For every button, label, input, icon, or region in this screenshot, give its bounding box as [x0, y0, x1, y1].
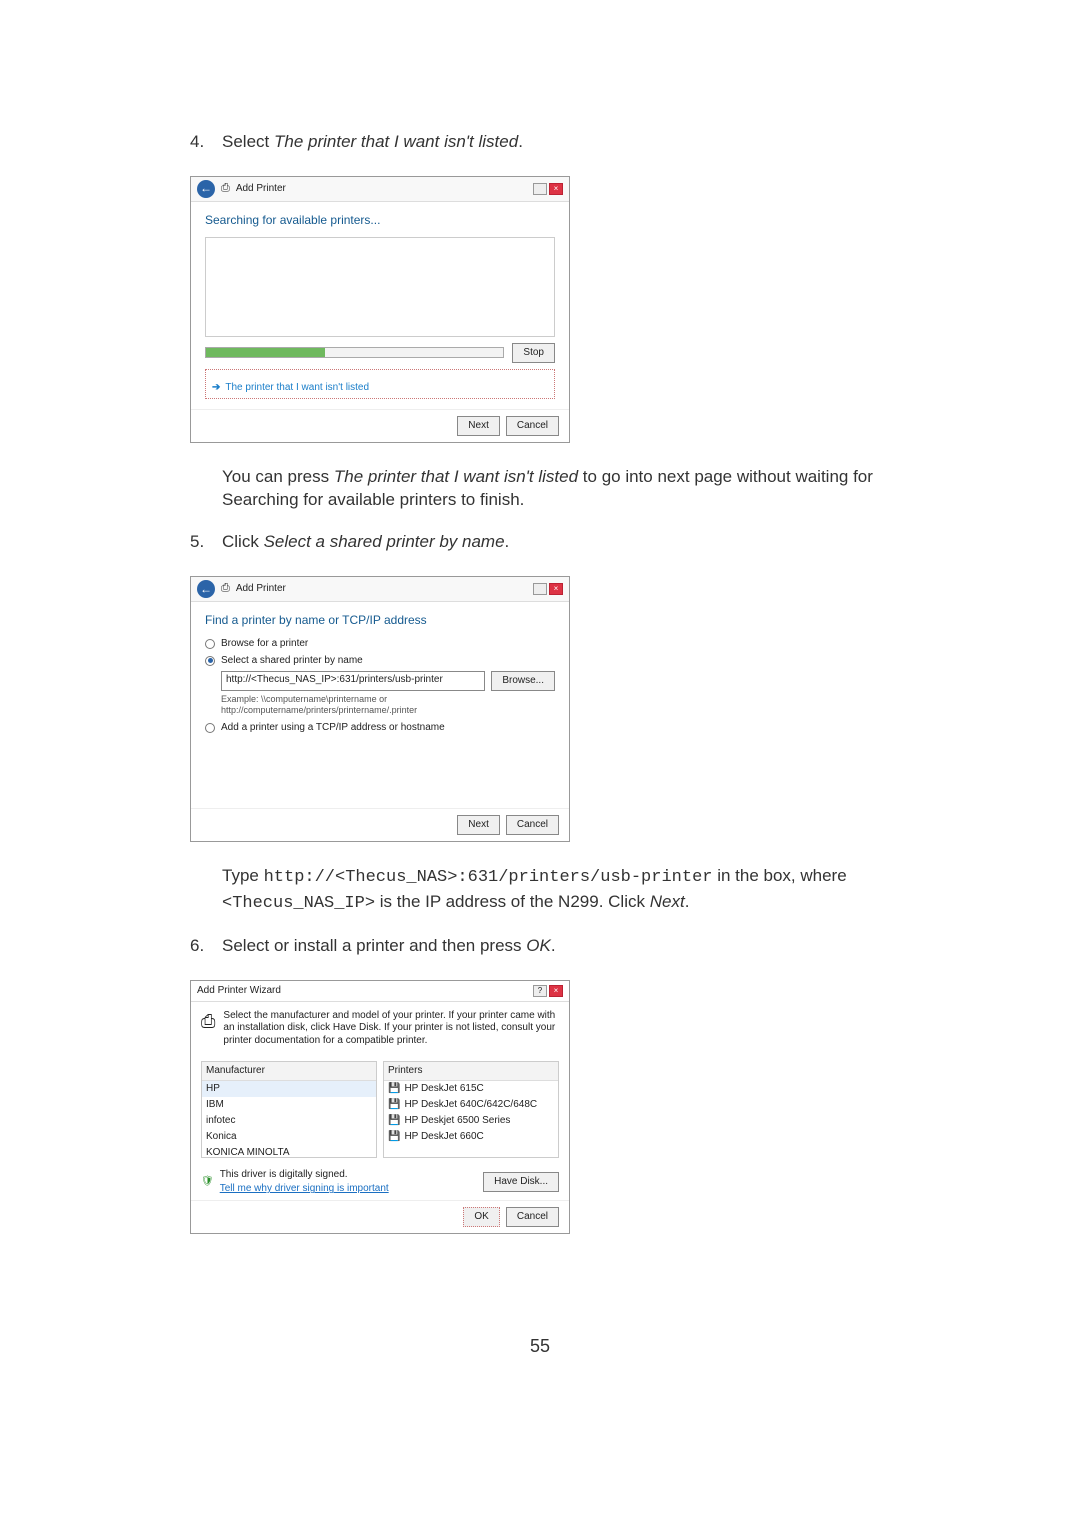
dialog-add-printer-wizard: Add Printer Wizard ? × ⎙ Select the manu… — [190, 980, 570, 1235]
disk-icon: 💾 — [388, 1082, 400, 1096]
step-number: 4. — [190, 130, 212, 154]
close-icon[interactable]: × — [549, 183, 563, 195]
cancel-button[interactable]: Cancel — [506, 815, 559, 835]
post4-b: The printer that I want isn't listed — [334, 467, 578, 486]
radio-shared-by-name[interactable]: Select a shared printer by name — [205, 654, 555, 668]
step6-pre: Select or install a printer and then pre… — [222, 936, 522, 955]
step6-ital: OK — [526, 936, 551, 955]
page-number: 55 — [190, 1334, 890, 1359]
step5-pre: Click — [222, 532, 259, 551]
radio-icon[interactable] — [205, 639, 215, 649]
wizard-instruction: Select the manufacturer and model of you… — [223, 1010, 559, 1048]
printers-header: Printers — [384, 1062, 558, 1081]
screenshot-3: Add Printer Wizard ? × ⎙ Select the manu… — [190, 980, 890, 1235]
ok-button[interactable]: OK — [463, 1207, 499, 1227]
cancel-button[interactable]: Cancel — [506, 416, 559, 436]
screenshot-2: ← ⎙ Add Printer × Find a printer by name… — [190, 576, 890, 842]
step-4: 4. Select The printer that I want isn't … — [190, 130, 890, 154]
step-6: 6. Select or install a printer and then … — [190, 934, 890, 958]
list-item[interactable]: HP — [202, 1081, 376, 1097]
disk-icon: 💾 — [388, 1130, 400, 1144]
highlighted-link-box: ➔ The printer that I want isn't listed — [205, 369, 555, 399]
step-number: 6. — [190, 934, 212, 958]
post5-c: is the IP address of the N299. Click — [380, 892, 645, 911]
signed-text: This driver is digitally signed. — [220, 1168, 389, 1182]
next-button[interactable]: Next — [457, 815, 500, 835]
list-item[interactable]: 💾HP DeskJet 640C/642C/648C — [384, 1097, 558, 1113]
minimize-icon[interactable] — [533, 583, 547, 595]
step-5: 5. Click Select a shared printer by name… — [190, 530, 890, 554]
printer-not-listed-link[interactable]: The printer that I want isn't listed — [225, 381, 369, 395]
list-item[interactable]: IBM — [202, 1097, 376, 1113]
list-item[interactable]: 💾HP DeskJet 615C — [384, 1081, 558, 1097]
step4-post: . — [518, 132, 523, 151]
printers-list[interactable]: 💾HP DeskJet 615C 💾HP DeskJet 640C/642C/6… — [384, 1081, 558, 1145]
minimize-icon[interactable] — [533, 183, 547, 195]
section-title: Find a printer by name or TCP/IP address — [205, 612, 555, 629]
post5-a: Type — [222, 866, 259, 885]
dialog-title: Add Printer — [236, 582, 286, 596]
disk-icon: 💾 — [388, 1098, 400, 1112]
back-icon[interactable]: ← — [197, 580, 215, 598]
next-button[interactable]: Next — [457, 416, 500, 436]
radio-browse[interactable]: Browse for a printer — [205, 637, 555, 651]
radio-tcpip[interactable]: Add a printer using a TCP/IP address or … — [205, 721, 555, 735]
radio-icon[interactable] — [205, 656, 215, 666]
post5-ip: <Thecus_NAS_IP> — [222, 894, 375, 913]
printers-panel: Printers 💾HP DeskJet 615C 💾HP DeskJet 64… — [383, 1061, 559, 1158]
step4-ital: The printer that I want isn't listed — [274, 132, 518, 151]
step-number: 5. — [190, 530, 212, 554]
radio-tcpip-label: Add a printer using a TCP/IP address or … — [221, 721, 445, 735]
cancel-button[interactable]: Cancel — [506, 1207, 559, 1227]
close-icon[interactable]: × — [549, 583, 563, 595]
tell-me-why-link[interactable]: Tell me why driver signing is important — [220, 1182, 389, 1196]
list-item[interactable]: 💾HP Deskjet 6500 Series — [384, 1113, 558, 1129]
back-icon[interactable]: ← — [197, 180, 215, 198]
screenshot-1: ← ⎙ Add Printer × Searching for availabl… — [190, 176, 890, 443]
radio-shared-label: Select a shared printer by name — [221, 654, 363, 668]
section-title: Searching for available printers... — [205, 212, 555, 229]
printer-wizard-icon: ⎙ — [201, 1010, 215, 1034]
post5-b: in the box, where — [717, 866, 846, 885]
list-item[interactable]: Konica — [202, 1129, 376, 1145]
help-icon[interactable]: ? — [533, 985, 547, 997]
step5-post: . — [505, 532, 510, 551]
printer-icon: ⎙ — [221, 181, 230, 196]
list-item[interactable]: infotec — [202, 1113, 376, 1129]
dialog-title: Add Printer — [236, 182, 286, 196]
dialog-title: Add Printer Wizard — [197, 984, 281, 998]
progress-bar — [205, 347, 504, 358]
disk-icon: 💾 — [388, 1114, 400, 1128]
have-disk-button[interactable]: Have Disk... — [483, 1172, 559, 1192]
close-icon[interactable]: × — [549, 985, 563, 997]
dialog-add-printer-1: ← ⎙ Add Printer × Searching for availabl… — [190, 176, 570, 443]
radio-browse-label: Browse for a printer — [221, 637, 308, 651]
post5-e: . — [685, 892, 690, 911]
shield-icon: 🛡 — [201, 1175, 214, 1189]
printer-url-input[interactable]: http://<Thecus_NAS_IP>:631/printers/usb-… — [221, 671, 485, 691]
list-item[interactable]: 💾HP DeskJet 660C — [384, 1129, 558, 1145]
search-results-box — [205, 237, 555, 337]
manufacturer-list[interactable]: HP IBM infotec Konica KONICA MINOLTA — [202, 1081, 376, 1157]
post4-a: You can press — [222, 467, 329, 486]
step6-post: . — [551, 936, 556, 955]
manufacturer-header: Manufacturer — [202, 1062, 376, 1081]
printer-icon: ⎙ — [221, 581, 230, 596]
manufacturer-panel: Manufacturer HP IBM infotec Konica KONIC… — [201, 1061, 377, 1158]
step4-pre: Select — [222, 132, 269, 151]
stop-button[interactable]: Stop — [512, 343, 555, 363]
step5-ital: Select a shared printer by name — [264, 532, 505, 551]
dialog-add-printer-2: ← ⎙ Add Printer × Find a printer by name… — [190, 576, 570, 842]
radio-icon[interactable] — [205, 723, 215, 733]
example-text: Example: \\computername\printername or h… — [221, 694, 555, 716]
post5-url: http://<Thecus_NAS>:631/printers/usb-pri… — [264, 868, 713, 887]
post5-d: Next — [650, 892, 685, 911]
arrow-icon: ➔ — [212, 381, 220, 395]
browse-button[interactable]: Browse... — [491, 671, 555, 691]
list-item[interactable]: KONICA MINOLTA — [202, 1145, 376, 1157]
